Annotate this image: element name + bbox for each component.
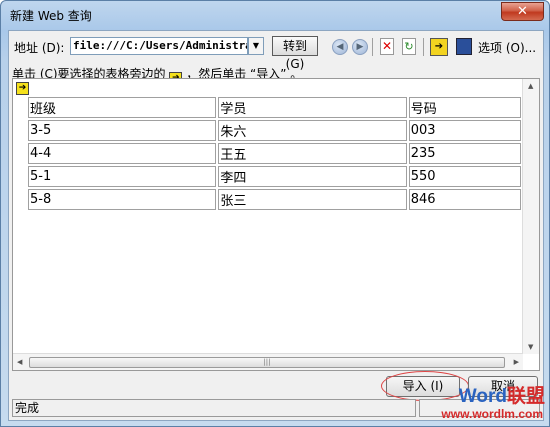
address-label: 地址 (D): [14, 41, 65, 55]
dialog-body: 地址 (D): file:///C:/Users/Administrator/ … [8, 30, 544, 421]
hide-icons-icon[interactable]: ➔ [430, 38, 448, 56]
table-cell: 3-5 [28, 120, 217, 141]
scroll-left-icon[interactable]: ◀ [17, 358, 22, 366]
table-header-cell: 班级 [28, 97, 217, 118]
go-button[interactable]: 转到 (G) [272, 36, 318, 71]
table-cell: 003 [408, 120, 521, 141]
save-query-icon[interactable] [456, 38, 472, 55]
address-dropdown-button[interactable]: ▼ [248, 37, 264, 55]
toolbar-divider [423, 38, 424, 56]
table-select-arrow-icon[interactable]: ➔ [16, 82, 29, 95]
refresh-icon[interactable]: ↻ [402, 38, 416, 55]
table-header-row: 班级 学员 号码 [28, 97, 521, 118]
horizontal-scrollbar[interactable]: ◀ ||| ▶ [13, 353, 523, 370]
table-cell: 550 [408, 166, 521, 187]
status-bar: 完成 [12, 399, 416, 417]
data-table: 班级 学员 号码 3-5 朱六 003 4-4 王五 235 5-1 李四 55… [26, 95, 523, 212]
chevron-down-icon: ▼ [252, 41, 260, 50]
window-title: 新建 Web 查询 [10, 9, 92, 23]
table-row: 5-8 张三 846 [28, 189, 521, 210]
scroll-right-icon[interactable]: ▶ [514, 358, 519, 366]
table-cell: 235 [408, 143, 521, 164]
options-button[interactable]: 选项 (O)... [478, 39, 536, 56]
table-row: 3-5 朱六 003 [28, 120, 521, 141]
vertical-scrollbar[interactable]: ▲ ▼ [522, 79, 539, 354]
annotation-circle [381, 371, 469, 401]
table-cell: 李四 [218, 166, 407, 187]
table-header-cell: 号码 [408, 97, 521, 118]
table-header-cell: 学员 [218, 97, 407, 118]
watermark-lm: 联盟 [506, 386, 545, 407]
scroll-down-icon[interactable]: ▼ [528, 343, 533, 351]
table-cell: 王五 [218, 143, 407, 164]
table-row: 4-4 王五 235 [28, 143, 521, 164]
scroll-up-icon[interactable]: ▲ [528, 82, 533, 90]
table-cell: 张三 [218, 189, 407, 210]
back-icon[interactable]: ◀ [332, 39, 348, 55]
toolbar-divider [372, 38, 373, 56]
table-cell: 朱六 [218, 120, 407, 141]
scrollbar-thumb[interactable]: ||| [29, 357, 505, 368]
toolbar: 地址 (D): file:///C:/Users/Administrator/ … [12, 35, 540, 71]
watermark-word: Word [458, 386, 507, 407]
table-cell: 5-1 [28, 166, 217, 187]
table-row: 5-1 李四 550 [28, 166, 521, 187]
address-input[interactable]: file:///C:/Users/Administrator/ [70, 37, 248, 55]
web-preview-panel[interactable]: ➔ 班级 学员 号码 3-5 朱六 003 4-4 王五 235 5-1 李四 … [12, 78, 540, 371]
table-cell: 5-8 [28, 189, 217, 210]
watermark-url: www.wordlm.com [441, 407, 543, 421]
table-cell: 4-4 [28, 143, 217, 164]
forward-icon[interactable]: ▶ [352, 39, 368, 55]
stop-icon[interactable]: ✕ [380, 38, 394, 55]
dialog-window: 新建 Web 查询 ✕ 地址 (D): file:///C:/Users/Adm… [0, 0, 550, 427]
table-cell: 846 [408, 189, 521, 210]
watermark-logo: Word联盟 [459, 387, 545, 406]
close-button[interactable]: ✕ [501, 2, 544, 21]
